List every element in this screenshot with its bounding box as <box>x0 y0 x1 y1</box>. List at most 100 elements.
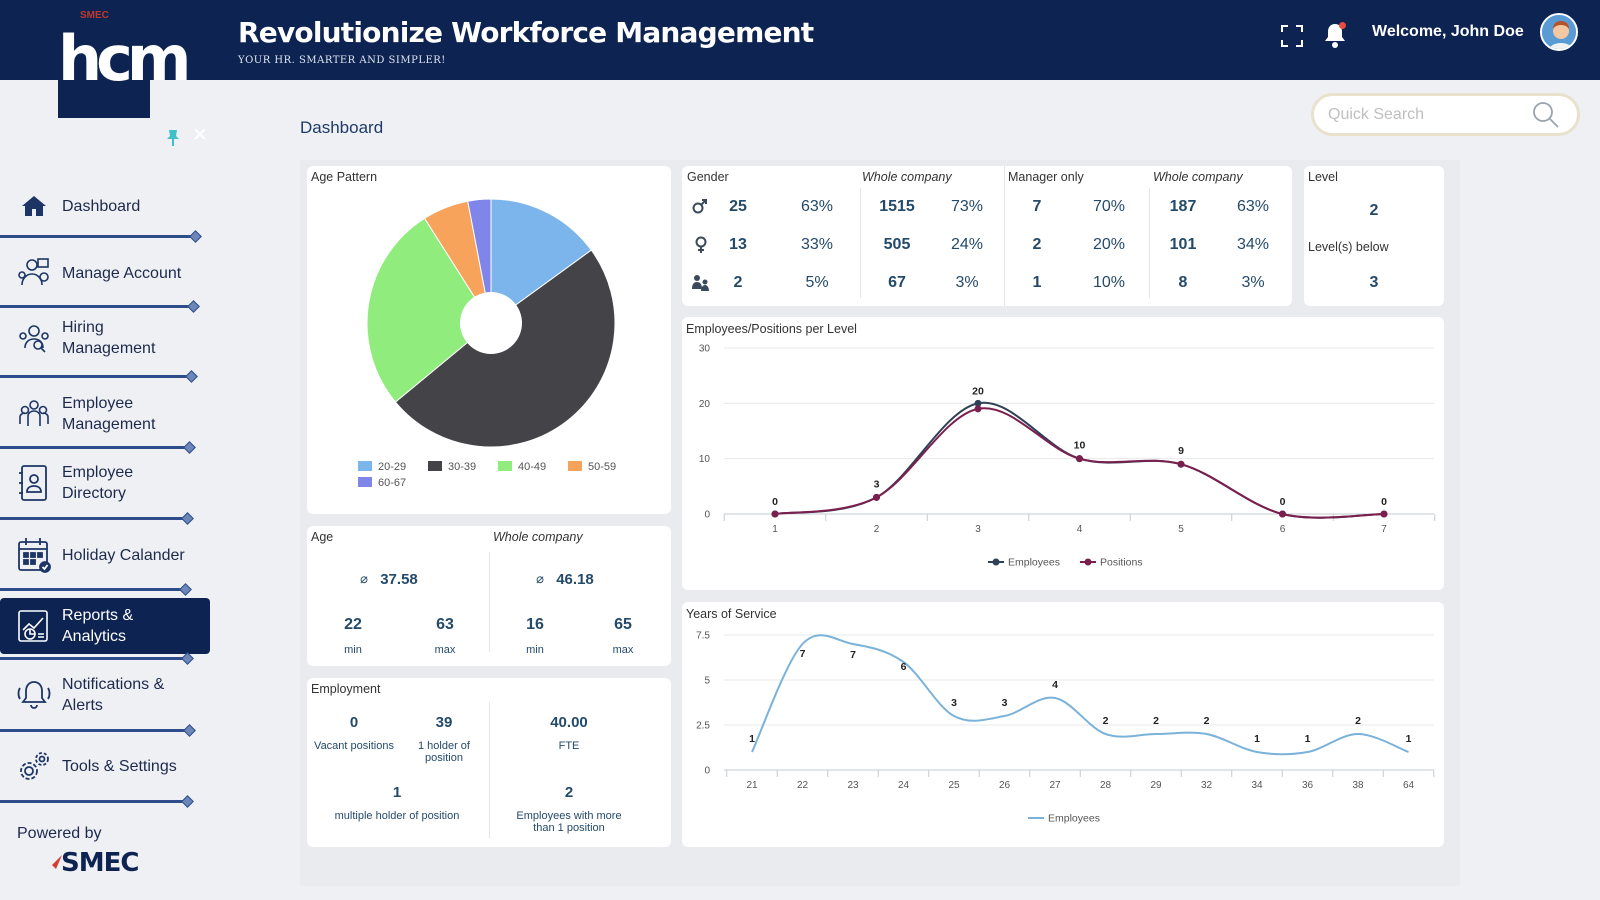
sidebar-item-dashboard[interactable]: Dashboard <box>0 178 210 234</box>
column-divider <box>489 552 490 652</box>
sidebar-item-manage-account[interactable]: Manage Account <box>0 245 210 301</box>
legend-swatch <box>568 461 582 471</box>
whole-company-max-age: 65 <box>614 616 632 633</box>
sidebar-item-reports-analytics[interactable]: Reports & Analytics <box>0 598 210 654</box>
gender-value: 67 <box>888 274 906 291</box>
employees-more-positions-label: Employees with more than 1 position <box>516 810 622 834</box>
y-tick-label: 7.5 <box>696 631 710 642</box>
fullscreen-icon[interactable] <box>1281 25 1303 52</box>
fte-value: 40.00 <box>550 714 588 731</box>
data-label: 10 <box>1074 440 1086 452</box>
gender-value: 8 <box>1178 274 1188 291</box>
sidebar-item-holiday-calander[interactable]: Holiday Calander <box>0 527 210 583</box>
gender-value: 187 <box>1169 198 1197 215</box>
data-point <box>1076 455 1083 463</box>
smec-logo-text: SMEC <box>61 848 139 878</box>
chart-title: Years of Service <box>686 607 777 621</box>
x-tick-label: 34 <box>1251 780 1263 791</box>
y-tick-label: 0 <box>704 766 710 777</box>
sidebar-item-label: Employee Management <box>62 395 156 433</box>
age-card: Age Whole company ⌀ 37.58 22 63 min max … <box>307 526 671 666</box>
notification-bell-icon[interactable] <box>1322 21 1348 54</box>
data-label: 6 <box>901 661 907 673</box>
legend-label: Employees <box>1008 557 1060 569</box>
employment-card: Employment 0 Vacant positions 39 1 holde… <box>307 678 671 847</box>
legend-label: 40-49 <box>518 461 546 473</box>
app-title: Revolutionize Workforce Management <box>238 16 814 49</box>
column-divider <box>489 702 490 838</box>
y-tick-label: 2.5 <box>696 721 710 732</box>
x-tick-label: 25 <box>948 780 960 791</box>
directory-icon <box>12 461 56 505</box>
sidebar-divider <box>0 729 190 732</box>
levels-below-value: 3 <box>1369 274 1379 291</box>
sidebar-item-employee-directory[interactable]: Employee Directory <box>0 455 210 511</box>
age-pattern-card: Age Pattern 20-29 30-39 40-49 50-59 60-67 <box>307 166 671 514</box>
employees-positions-card: Employees/Positions per Level 0 10 20 30 1 2 3 4… <box>682 317 1444 590</box>
data-label: 3 <box>1002 697 1008 709</box>
gender-percent: 10% <box>1092 274 1126 291</box>
x-tick-label: 64 <box>1403 780 1415 791</box>
pie-center-hole <box>460 292 522 354</box>
column-divider <box>860 188 861 298</box>
x-tick-label: 32 <box>1201 780 1213 791</box>
x-tick-label: 2 <box>874 524 880 535</box>
gender-percent: 63% <box>800 198 834 215</box>
legend-marker <box>1084 558 1092 566</box>
x-tick-label: 23 <box>847 780 859 791</box>
age-pattern-pie-chart: 20-29 30-39 40-49 50-59 60-67 <box>358 198 616 489</box>
y-tick-label: 0 <box>704 510 710 521</box>
data-label: 0 <box>1280 496 1286 508</box>
close-sidebar-icon[interactable]: ✕ <box>192 126 208 145</box>
pin-icon[interactable] <box>166 129 180 152</box>
data-label: 1 <box>749 733 755 745</box>
sidebar-item-tools-settings[interactable]: Tools & Settings <box>0 738 210 794</box>
legend-swatch <box>358 477 372 487</box>
gender-value: 2 <box>1032 236 1042 253</box>
legend-label: 20-29 <box>378 461 406 473</box>
home-icon <box>12 184 56 228</box>
card-title: Age <box>311 530 334 544</box>
data-label: 0 <box>772 496 778 508</box>
sidebar-item-notifications-alerts[interactable]: Notifications & Alerts <box>0 667 210 723</box>
x-tick-label: 5 <box>1178 524 1184 535</box>
sidebar-item-label: Reports & Analytics <box>62 607 134 645</box>
whole-company-min-age: 16 <box>526 616 544 633</box>
gender-card: Gender Whole company Manager only Whole … <box>682 166 1292 306</box>
data-point <box>873 493 880 501</box>
search-icon[interactable] <box>1531 100 1561 135</box>
legend-label: 60-67 <box>378 477 406 489</box>
male-icon <box>692 198 708 219</box>
x-tick-label: 28 <box>1100 780 1112 791</box>
gender-value: 25 <box>729 198 747 215</box>
max-age: 63 <box>436 616 454 633</box>
gear-icon <box>12 744 56 788</box>
whole-company-heading: Whole company <box>862 170 952 184</box>
legend-label: 30-39 <box>448 461 476 473</box>
data-label: 2 <box>1204 715 1210 727</box>
gender-value: 7 <box>1032 198 1042 215</box>
gender-percent: 3% <box>955 274 979 291</box>
whole-company-heading: Whole company <box>493 530 583 544</box>
level-value: 2 <box>1369 202 1379 219</box>
sidebar-item-label: Dashboard <box>62 197 141 215</box>
sidebar-item-hiring-management[interactable]: Hiring Management <box>0 310 210 366</box>
gender-percent: 63% <box>1236 198 1270 215</box>
welcome-text: Welcome, John Doe <box>1372 23 1524 40</box>
smec-logo: SMEC <box>44 848 139 878</box>
data-label: 1 <box>1406 733 1412 745</box>
y-tick-label: 20 <box>699 399 711 410</box>
fte-label: FTE <box>558 740 580 752</box>
user-avatar[interactable] <box>1540 13 1578 51</box>
legend-swatch <box>498 461 512 471</box>
x-tick-label: 6 <box>1280 524 1286 535</box>
data-label: 2 <box>1103 715 1109 727</box>
data-label: 2 <box>1355 715 1361 727</box>
max-label: max <box>612 644 634 656</box>
data-label: 7 <box>850 649 856 661</box>
x-tick-label: 24 <box>898 780 910 791</box>
average-age: 37.58 <box>380 571 418 588</box>
min-age: 22 <box>344 616 362 633</box>
column-divider <box>1149 188 1150 298</box>
sidebar-item-employee-management[interactable]: Employee Management <box>0 386 210 442</box>
